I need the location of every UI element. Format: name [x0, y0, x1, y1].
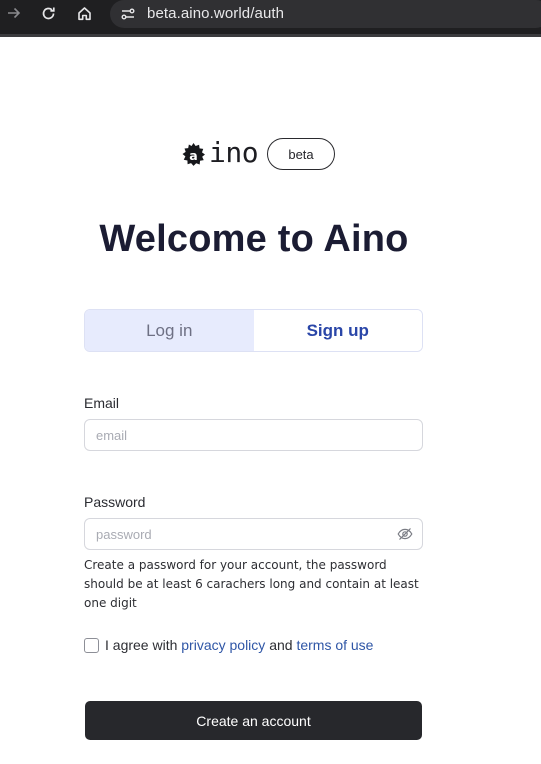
privacy-policy-link[interactable]: privacy policy — [181, 637, 265, 653]
terms-of-use-link[interactable]: terms of use — [296, 637, 373, 653]
tab-signup[interactable]: Sign up — [253, 310, 422, 351]
toolbar-divider — [0, 34, 541, 37]
email-label: Email — [84, 395, 120, 411]
password-hint: Create a password for your account, the … — [84, 558, 419, 610]
site-settings-icon[interactable] — [120, 6, 136, 22]
agree-and-text: and — [269, 637, 293, 653]
beta-badge: beta — [267, 138, 335, 170]
email-field[interactable] — [84, 419, 423, 451]
eye-off-icon[interactable] — [396, 525, 414, 543]
tab-login[interactable]: Log in — [85, 310, 254, 351]
brand-logo: a ino — [180, 136, 259, 173]
reload-icon[interactable] — [39, 4, 57, 22]
password-label: Password — [84, 494, 146, 510]
page-title: Welcome to Aino — [99, 218, 409, 260]
agree-text: I agree with — [105, 637, 178, 653]
agree-checkbox[interactable] — [84, 637, 99, 653]
auth-tabs: Log in Sign up — [84, 309, 423, 352]
password-field[interactable] — [84, 518, 423, 550]
logo-wordmark: ino — [209, 136, 259, 169]
url-text[interactable]: beta.aino.world/auth — [147, 5, 284, 22]
svg-text:a: a — [189, 147, 197, 162]
home-icon[interactable] — [75, 4, 93, 22]
aino-logo-mark-icon: a — [182, 142, 205, 166]
terms-agreement: I agree with privacy policy and terms of… — [84, 636, 373, 654]
arrow-forward-icon[interactable] — [5, 4, 23, 22]
browser-toolbar: beta.aino.world/auth — [0, 0, 541, 37]
create-account-button[interactable]: Create an account — [85, 701, 422, 740]
